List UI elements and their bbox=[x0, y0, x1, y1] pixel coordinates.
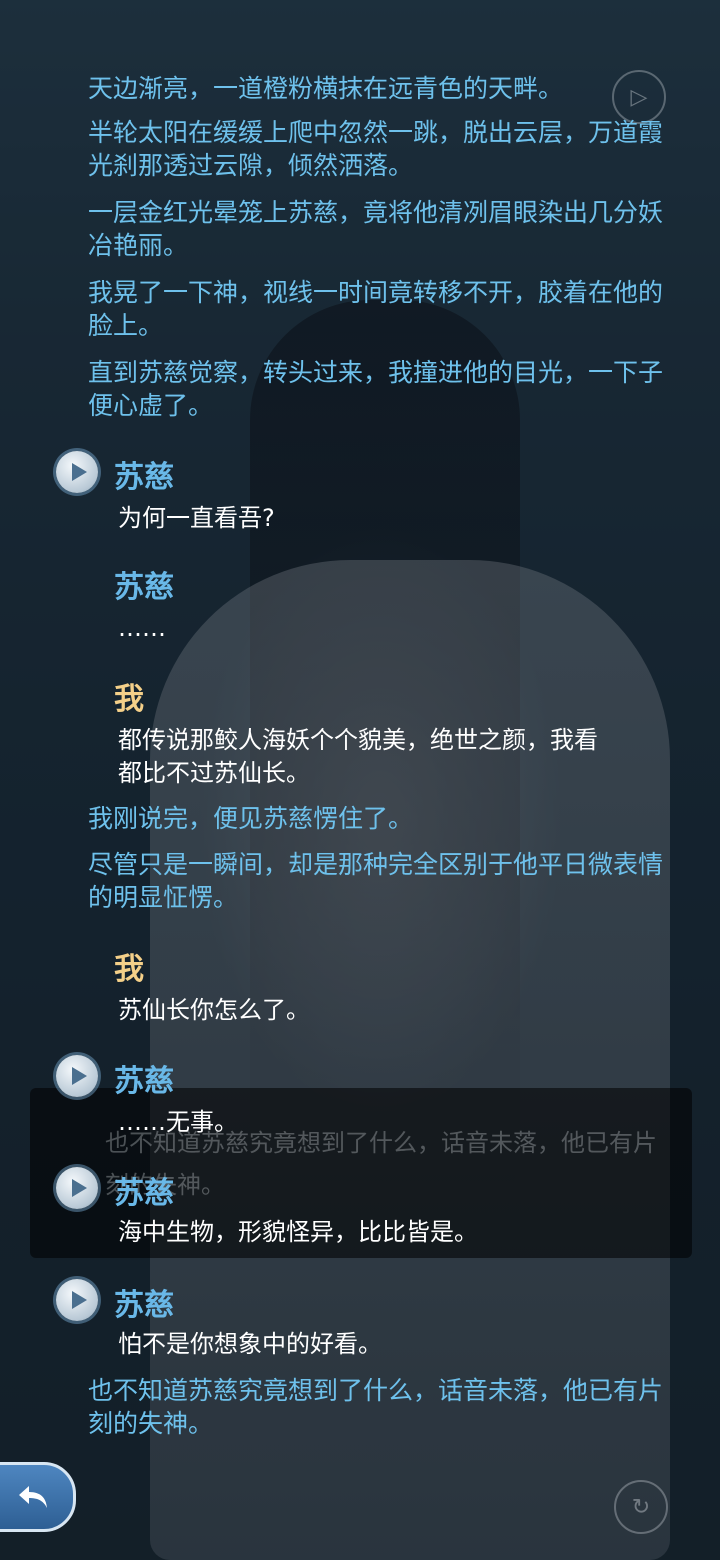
dialogue-text: 苏仙长你怎么了。 bbox=[118, 996, 310, 1024]
replay-icon: ↻ bbox=[631, 1494, 651, 1520]
play-voice-button[interactable] bbox=[56, 1279, 98, 1321]
narration-line: 天边渐亮，一道橙粉横抹在远青色的天畔。 bbox=[88, 74, 564, 103]
dialogue-text: ……无事。 bbox=[118, 1108, 238, 1136]
narration-line: 直到苏慈觉察，转头过来，我撞进他的目光，一下子便心虚了。 bbox=[88, 358, 664, 420]
speaker-name: 苏慈 bbox=[114, 1288, 174, 1323]
back-arrow-icon bbox=[19, 1486, 47, 1508]
play-voice-icon bbox=[72, 1179, 87, 1197]
dialogue-text: 海中生物，形貌怪异，比比皆是。 bbox=[118, 1218, 478, 1246]
narration-line: 我刚说完，便见苏慈愣住了。 bbox=[88, 804, 414, 833]
play-voice-icon bbox=[72, 463, 87, 481]
narration-line: 尽管只是一瞬间，却是那种完全区别于他平日微表情的明显怔愣。 bbox=[88, 850, 664, 912]
speaker-name: 我 bbox=[114, 682, 144, 717]
play-voice-button[interactable] bbox=[56, 451, 98, 493]
speaker-name: 我 bbox=[114, 952, 144, 987]
narration-line: 也不知道苏慈究竟想到了什么，话音未落，他已有片刻的失神。 bbox=[88, 1376, 664, 1438]
speaker-name: 苏慈 bbox=[114, 1176, 174, 1211]
dialogue-text: …… bbox=[118, 614, 166, 642]
narration-line: 一层金红光晕笼上苏慈，竟将他清冽眉眼染出几分妖冶艳丽。 bbox=[88, 198, 664, 260]
dialogue-text: 都传说那鲛人海妖个个貌美，绝世之颜，我看都比不过苏仙长。 bbox=[118, 726, 598, 787]
dialogue-text: 怕不是你想象中的好看。 bbox=[118, 1330, 382, 1358]
play-voice-icon bbox=[72, 1291, 87, 1309]
speaker-name: 苏慈 bbox=[114, 570, 174, 605]
speaker-name: 苏慈 bbox=[114, 460, 174, 495]
replay-button[interactable]: ↻ bbox=[614, 1480, 668, 1534]
play-voice-button[interactable] bbox=[56, 1167, 98, 1209]
dialogue-text: 为何一直看吾? bbox=[118, 504, 275, 532]
play-voice-icon bbox=[72, 1067, 87, 1085]
play-voice-button[interactable] bbox=[56, 1055, 98, 1097]
speaker-name: 苏慈 bbox=[114, 1064, 174, 1099]
narration-line: 半轮太阳在缓缓上爬中忽然一跳，脱出云层，万道霞光刹那透过云隙，倾然洒落。 bbox=[88, 118, 664, 180]
narration-line: 我晃了一下神，视线一时间竟转移不开，胶着在他的脸上。 bbox=[88, 278, 664, 340]
back-button[interactable] bbox=[0, 1462, 76, 1532]
